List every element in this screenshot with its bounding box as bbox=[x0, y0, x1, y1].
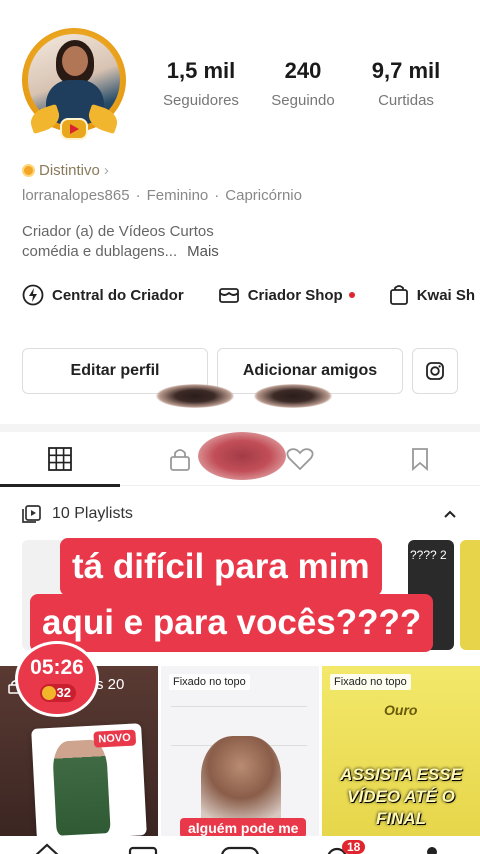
instagram-icon bbox=[426, 362, 444, 380]
bio-line-2: comédia e dublagens... bbox=[22, 243, 178, 260]
bio: Criador (a) de Vídeos Curtos comédia e d… bbox=[22, 222, 219, 262]
active-tab-underline bbox=[0, 484, 120, 487]
thumbnail-caption: alguém pode me bbox=[180, 818, 307, 838]
assista-text: ASSISTA ESSE VÍDEO ATÉ O FINAL bbox=[322, 764, 480, 830]
badge-icon bbox=[22, 164, 35, 177]
overlay-eye-left bbox=[156, 384, 234, 408]
badge-link[interactable]: Distintivo › bbox=[22, 162, 109, 179]
stat-followers[interactable]: 1,5 mil Seguidores bbox=[155, 58, 247, 109]
gender: Feminino bbox=[146, 187, 209, 204]
lightning-icon bbox=[22, 284, 44, 306]
video-caption: tá difícil para mim aqui e para vocês???… bbox=[30, 532, 440, 654]
followers-label: Seguidores bbox=[163, 92, 239, 109]
creator-links: Central do Criador Criador Shop Kwai Sh bbox=[22, 284, 480, 306]
grid-icon bbox=[48, 447, 72, 471]
username: lorranalopes865 bbox=[22, 187, 130, 204]
playlists-header[interactable]: 10 Playlists bbox=[22, 505, 133, 523]
video-thumbnail-pinned[interactable]: Fixado no topo bbox=[161, 666, 319, 836]
caption-line-2: aqui e para vocês???? bbox=[30, 594, 434, 652]
home-icon[interactable] bbox=[32, 842, 62, 854]
avatar[interactable] bbox=[22, 28, 126, 140]
timer-text: 05:26 bbox=[30, 656, 84, 679]
assista-line-1: ASSISTA ESSE bbox=[340, 765, 462, 784]
tab-posts[interactable] bbox=[0, 432, 120, 486]
heart-icon bbox=[286, 448, 314, 471]
notification-dot bbox=[348, 292, 355, 298]
playlists-label: 10 Playlists bbox=[52, 505, 133, 522]
bottom-nav bbox=[0, 836, 480, 854]
kwai-shop-label: Kwai Sh bbox=[416, 286, 476, 304]
pinned-tag: Fixado no topo bbox=[169, 674, 250, 690]
followers-count: 1,5 mil bbox=[166, 58, 236, 83]
stat-following[interactable]: 240 Seguindo bbox=[262, 58, 344, 109]
bio-line-1: Criador (a) de Vídeos Curtos bbox=[22, 223, 214, 240]
shop-icon bbox=[218, 288, 239, 303]
overlay-eye-right bbox=[254, 384, 332, 408]
ouro-label: Ouro bbox=[384, 702, 418, 718]
profile-header: 1,5 mil Seguidores 240 Seguindo 9,7 mil … bbox=[0, 0, 480, 160]
creator-center-link[interactable]: Central do Criador bbox=[22, 284, 184, 306]
chevron-up-icon[interactable] bbox=[442, 506, 458, 522]
reward-timer[interactable]: 05:26 32 bbox=[18, 644, 96, 714]
profile-icon[interactable] bbox=[422, 846, 442, 854]
bio-more-link[interactable]: Mais bbox=[187, 243, 219, 260]
creator-shop-link[interactable]: Criador Shop bbox=[218, 284, 355, 306]
product-card[interactable]: NOVO bbox=[31, 723, 147, 841]
discover-icon[interactable] bbox=[128, 846, 158, 854]
overlay-lips bbox=[198, 432, 286, 480]
create-icon[interactable] bbox=[220, 846, 260, 854]
inbox-badge: 18 bbox=[342, 840, 366, 854]
shopping-bag-icon bbox=[389, 285, 408, 305]
pinned-tag: Fixado no topo bbox=[330, 674, 411, 690]
tab-saved[interactable] bbox=[360, 432, 480, 486]
section-divider bbox=[0, 424, 480, 432]
assista-line-2: VÍDEO ATÉ O FINAL bbox=[347, 787, 455, 828]
zodiac-sign: Capricórnio bbox=[225, 187, 302, 204]
profile-meta: lorranalopes865 · Feminino · Capricórnio bbox=[22, 187, 302, 204]
dress-image bbox=[51, 739, 111, 836]
bookmark-icon bbox=[412, 448, 428, 471]
lock-icon bbox=[170, 449, 190, 471]
play-badge-icon bbox=[60, 118, 88, 140]
creator-shop-label: Criador Shop bbox=[247, 286, 343, 304]
video-partial-text: s 20 bbox=[96, 676, 125, 693]
creator-center-label: Central do Criador bbox=[52, 286, 184, 304]
caption-line-1: tá difícil para mim bbox=[60, 538, 382, 596]
instagram-button[interactable] bbox=[412, 348, 458, 394]
kwai-shop-link[interactable]: Kwai Sh bbox=[389, 284, 475, 306]
playlist-icon bbox=[22, 505, 41, 523]
badge-label: Distintivo bbox=[39, 162, 100, 179]
new-badge: NOVO bbox=[92, 729, 137, 748]
video-thumbnail-pinned[interactable]: Fixado no topo Ouro ASSISTA ESSE VÍDEO A… bbox=[322, 666, 480, 836]
playlist-card[interactable] bbox=[460, 540, 480, 650]
coin-count: 32 bbox=[40, 684, 76, 702]
following-count: 240 bbox=[284, 58, 322, 83]
stat-likes[interactable]: 9,7 mil Curtidas bbox=[362, 58, 450, 109]
chevron-right-icon: › bbox=[103, 162, 109, 179]
likes-label: Curtidas bbox=[378, 92, 434, 109]
following-label: Seguindo bbox=[271, 92, 335, 109]
likes-count: 9,7 mil bbox=[371, 58, 441, 83]
